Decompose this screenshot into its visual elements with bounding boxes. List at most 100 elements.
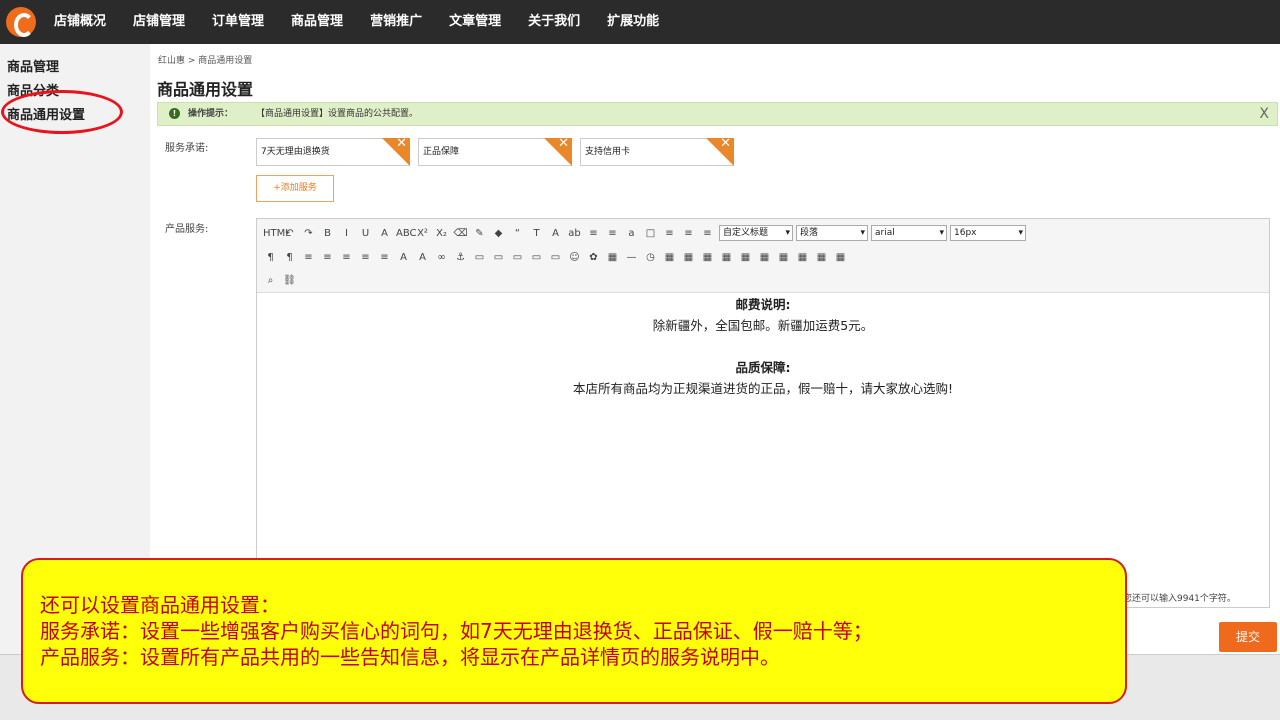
size-select[interactable]: 16px <box>950 225 1026 241</box>
toolbar-button[interactable]: ◆ <box>491 226 506 241</box>
toolbar-button[interactable]: ≡ <box>700 226 715 241</box>
submit-button[interactable]: 提交 <box>1219 622 1277 652</box>
toolbar-button[interactable]: ≡ <box>320 250 335 265</box>
editor-paragraph: 本店所有商品均为正规渠道进货的正品，假一赔十，请大家放心选购! <box>572 381 953 396</box>
toolbar-button[interactable]: ≡ <box>339 250 354 265</box>
char-counter: 您还可以输入9941个字符。 <box>1123 594 1236 604</box>
paragraph-select[interactable]: 段落 <box>796 225 868 241</box>
editor-toolbar: HTML↶↷BIUAABCX²X₂⌫✎◆“TAab≡≡a□≡≡≡自定义标题段落a… <box>257 219 1269 293</box>
toolbar-button[interactable]: □ <box>643 226 658 241</box>
nav-item-shop[interactable]: 店铺管理 <box>133 0 185 44</box>
remove-tag-icon[interactable]: ✕ <box>544 138 572 166</box>
toolbar-button[interactable]: ≡ <box>301 250 316 265</box>
toolbar-button[interactable]: ≡ <box>377 250 392 265</box>
toolbar-button[interactable]: A <box>548 226 563 241</box>
toolbar-button[interactable]: ≡ <box>681 226 696 241</box>
service-tag[interactable]: 支持信用卡 ✕ <box>580 138 734 166</box>
nav-item-extensions[interactable]: 扩展功能 <box>607 0 659 44</box>
toolbar-button[interactable]: ▭ <box>472 250 487 265</box>
heading-select[interactable]: 自定义标题 <box>719 225 793 241</box>
toolbar-button[interactable]: ≡ <box>605 226 620 241</box>
toolbar-button[interactable]: ABC <box>396 226 417 241</box>
toolbar-button[interactable]: ⛓ <box>282 273 297 288</box>
nav-item-overview[interactable]: 店铺概况 <box>54 0 106 44</box>
nav-item-articles[interactable]: 文章管理 <box>449 0 501 44</box>
toolbar-button[interactable]: I <box>339 226 354 241</box>
tip-bar: ! 操作提示： 【商品通用设置】设置商品的公共配置。 X <box>157 102 1278 126</box>
nav-item-orders[interactable]: 订单管理 <box>212 0 264 44</box>
toolbar-row: ¶ ¶ ≡ ≡ ≡ ≡ ≡ A A ∞ ⚓ ▭ ▭ ▭ ▭ ▭ ☺ ✿ ▦ — ◷ ▦ ▦ ▦ ▦ ▦ ▦ ▦ ▦ ▦ ▦ <box>263 247 852 267</box>
close-icon[interactable]: X <box>1259 103 1269 125</box>
toolbar-button[interactable]: T <box>529 226 544 241</box>
toolbar-button[interactable]: ⌫ <box>453 226 468 241</box>
toolbar-button[interactable]: X² <box>415 226 430 241</box>
remove-tag-icon[interactable]: ✕ <box>706 138 734 166</box>
sidebar-item-product-manage[interactable]: 商品管理 <box>7 56 59 75</box>
toolbar-button[interactable]: ↶ <box>282 226 297 241</box>
toolbar-button[interactable]: a <box>624 226 639 241</box>
toolbar-button[interactable]: ▦ <box>738 250 753 265</box>
editor-content[interactable]: 邮费说明: 除新疆外，全国包邮。新疆加运费5元。 品质保障: 本店所有商品均为正规渠道… <box>257 294 1269 399</box>
toolbar-button[interactable]: ↷ <box>301 226 316 241</box>
toolbar-button[interactable]: ✿ <box>586 250 601 265</box>
add-service-button[interactable]: +添加服务 <box>256 175 334 202</box>
breadcrumb: 红山惠 > 商品通用设置 <box>158 56 253 66</box>
page-title: 商品通用设置 <box>157 80 254 99</box>
toolbar-button[interactable]: ¶ <box>282 250 297 265</box>
toolbar-button[interactable]: ▭ <box>548 250 563 265</box>
nav-item-products[interactable]: 商品管理 <box>291 0 343 44</box>
editor-paragraph: 邮费说明: <box>735 297 791 312</box>
toolbar-button[interactable]: ▭ <box>529 250 544 265</box>
toolbar-button[interactable]: HTML <box>263 226 291 241</box>
toolbar-button[interactable]: ≡ <box>586 226 601 241</box>
highlight-ring <box>1 90 123 134</box>
toolbar-button[interactable]: ⌕ <box>263 273 278 288</box>
nav-item-about[interactable]: 关于我们 <box>528 0 580 44</box>
toolbar-button[interactable]: B <box>320 226 335 241</box>
toolbar-button[interactable]: ▦ <box>681 250 696 265</box>
toolbar-button[interactable]: A <box>377 226 392 241</box>
toolbar-button[interactable]: ¶ <box>263 250 278 265</box>
toolbar-button[interactable]: ab <box>567 226 582 241</box>
tip-title: 操作提示： <box>188 109 234 119</box>
toolbar-button[interactable]: ∞ <box>434 250 449 265</box>
rich-text-editor[interactable]: HTML↶↷BIUAABCX²X₂⌫✎◆“TAab≡≡a□≡≡≡自定义标题段落a… <box>256 218 1270 608</box>
service-tag-text: 正品保障 <box>423 147 460 157</box>
toolbar-button[interactable]: ▦ <box>795 250 810 265</box>
toolbar-button[interactable]: — <box>624 250 639 265</box>
toolbar-button[interactable]: ▦ <box>814 250 829 265</box>
remove-tag-icon[interactable]: ✕ <box>382 138 410 166</box>
toolbar-button[interactable]: ▦ <box>605 250 620 265</box>
product-service-label: 产品服务: <box>165 224 209 235</box>
toolbar-button[interactable]: ▦ <box>776 250 791 265</box>
info-icon: ! <box>169 108 180 119</box>
annotation-callout: 还可以设置商品通用设置： 服务承诺：设置一些增强客户购买信心的词句，如7天无理由… <box>21 558 1127 704</box>
toolbar-button[interactable]: A <box>415 250 430 265</box>
toolbar-button[interactable]: X₂ <box>434 226 449 241</box>
font-select[interactable]: arial <box>871 225 947 241</box>
toolbar-button[interactable]: ✎ <box>472 226 487 241</box>
toolbar-button[interactable]: ▦ <box>662 250 677 265</box>
toolbar-button[interactable]: U <box>358 226 373 241</box>
logo-icon[interactable] <box>6 7 36 37</box>
toolbar-button[interactable]: ≡ <box>358 250 373 265</box>
toolbar-button[interactable]: ◷ <box>643 250 658 265</box>
toolbar-button[interactable]: ▭ <box>510 250 525 265</box>
callout-line: 服务承诺：设置一些增强客户购买信心的词句，如7天无理由退换货、正品保证、假一赔十… <box>40 619 873 643</box>
top-navbar: 店铺概况 店铺管理 订单管理 商品管理 营销推广 文章管理 关于我们 扩展功能 <box>0 0 1280 44</box>
toolbar-button[interactable]: “ <box>510 226 525 241</box>
toolbar-button[interactable]: ▦ <box>757 250 772 265</box>
toolbar-button[interactable]: ▦ <box>719 250 734 265</box>
callout-line: 还可以设置商品通用设置： <box>40 593 280 617</box>
toolbar-button[interactable]: ▭ <box>491 250 506 265</box>
service-tag[interactable]: 7天无理由退换货 ✕ <box>256 138 410 166</box>
toolbar-button[interactable]: ▦ <box>833 250 848 265</box>
toolbar-button[interactable]: A <box>396 250 411 265</box>
nav-item-marketing[interactable]: 营销推广 <box>370 0 422 44</box>
toolbar-button[interactable]: ☺ <box>567 250 582 265</box>
toolbar-button[interactable]: ▦ <box>700 250 715 265</box>
toolbar-button[interactable]: ⚓ <box>453 250 468 265</box>
service-tag[interactable]: 正品保障 ✕ <box>418 138 572 166</box>
toolbar-button[interactable]: ≡ <box>662 226 677 241</box>
toolbar-row: ⌕ ⛓ <box>263 270 301 290</box>
